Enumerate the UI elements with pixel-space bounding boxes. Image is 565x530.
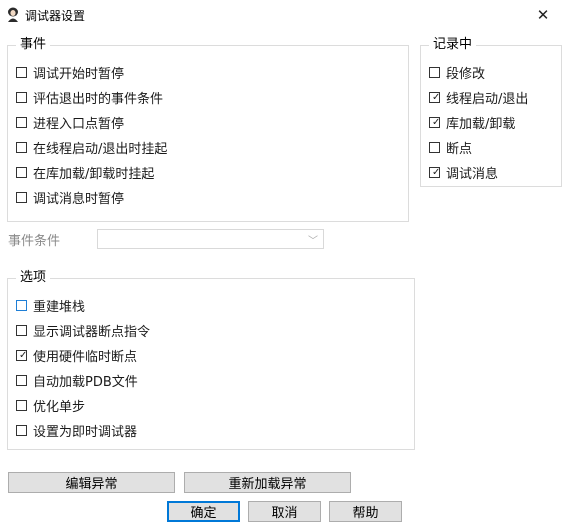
check-icon: ✓: [432, 91, 441, 103]
option-checkbox-row[interactable]: ✓ 使用硬件临时断点: [16, 345, 137, 365]
record-checkbox-row[interactable]: 断点: [429, 137, 472, 157]
checkbox-label: 显示调试器断点指令: [33, 324, 151, 340]
checkbox[interactable]: [16, 324, 27, 336]
checkbox-label: 进程入口点暂停: [33, 116, 125, 132]
checkbox-label: 设置为即时调试器: [33, 424, 138, 440]
record-checkbox-row[interactable]: ✓ 库加载/卸载: [429, 112, 515, 132]
record-checkbox-row[interactable]: 段修改: [429, 62, 485, 82]
checkbox[interactable]: [16, 66, 27, 78]
event-condition-label: 事件条件: [8, 234, 61, 249]
help-button[interactable]: 帮助: [329, 501, 402, 522]
checkbox-label: 优化单步: [33, 399, 86, 415]
checkbox-label: 段修改: [446, 66, 486, 82]
checkbox-label: 断点: [446, 141, 473, 157]
event-checkbox-row[interactable]: 在库加载/卸载时挂起: [16, 162, 154, 182]
check-icon: ✓: [19, 349, 28, 361]
close-button[interactable]: ✕: [521, 0, 565, 30]
edit-exceptions-button[interactable]: 编辑异常: [8, 472, 175, 493]
chevron-down-icon: ﹀: [308, 236, 318, 247]
ok-button[interactable]: 确定: [167, 501, 240, 522]
checkbox-label: 线程启动/退出: [446, 91, 529, 107]
checkbox[interactable]: [16, 116, 27, 128]
app-icon: [8, 7, 18, 22]
checkbox[interactable]: [16, 91, 27, 103]
record-checkbox-row[interactable]: ✓ 调试消息: [429, 162, 498, 182]
checkbox-label: 在库加载/卸载时挂起: [33, 166, 155, 182]
checkbox[interactable]: [16, 191, 27, 203]
options-group-legend: 选项: [16, 269, 51, 287]
checkbox[interactable]: ✓: [16, 349, 28, 361]
option-checkbox-row[interactable]: 设置为即时调试器: [16, 420, 137, 440]
recording-group-legend: 记录中: [429, 36, 477, 54]
window-title: 调试器设置: [25, 9, 86, 23]
checkbox-label: 调试消息: [446, 166, 499, 182]
event-checkbox-row[interactable]: 调试开始时暂停: [16, 62, 124, 82]
checkbox-label: 自动加载PDB文件: [33, 374, 138, 390]
checkbox-label: 评估退出时的事件条件: [33, 91, 164, 107]
checkbox[interactable]: [16, 424, 27, 436]
event-checkbox-row[interactable]: 调试消息时暂停: [16, 187, 124, 207]
events-group-legend: 事件: [16, 36, 51, 54]
check-icon: ✓: [432, 116, 441, 128]
checkbox[interactable]: ✓: [429, 91, 441, 103]
close-icon: ✕: [536, 6, 550, 24]
checkbox[interactable]: [16, 299, 27, 311]
option-checkbox-row[interactable]: 显示调试器断点指令: [16, 320, 150, 340]
checkbox[interactable]: ✓: [429, 166, 441, 178]
checkbox[interactable]: [16, 166, 27, 178]
cancel-button[interactable]: 取消: [248, 501, 321, 522]
checkbox-label: 调试消息时暂停: [33, 191, 125, 207]
reload-exceptions-button[interactable]: 重新加载异常: [184, 472, 351, 493]
checkbox[interactable]: [16, 141, 27, 153]
checkbox-label: 重建堆栈: [33, 299, 86, 315]
title-bar: 调试器设置 ✕: [0, 0, 565, 30]
event-checkbox-row[interactable]: 在线程启动/退出时挂起: [16, 137, 167, 157]
checkbox[interactable]: ✓: [429, 116, 441, 128]
option-checkbox-row[interactable]: 重建堆栈: [16, 295, 85, 315]
checkbox-label: 调试开始时暂停: [33, 66, 125, 82]
checkbox-label: 在线程启动/退出时挂起: [33, 141, 168, 157]
checkbox-label: 使用硬件临时断点: [33, 349, 138, 365]
event-checkbox-row[interactable]: 进程入口点暂停: [16, 112, 124, 132]
checkbox[interactable]: [429, 141, 440, 153]
checkbox[interactable]: [16, 374, 27, 386]
checkbox-label: 库加载/卸载: [446, 116, 516, 132]
event-checkbox-row[interactable]: 评估退出时的事件条件: [16, 87, 163, 107]
event-condition-dropdown[interactable]: ﹀: [97, 229, 324, 249]
check-icon: ✓: [432, 166, 441, 178]
checkbox[interactable]: [16, 399, 27, 411]
checkbox[interactable]: [429, 66, 440, 78]
option-checkbox-row[interactable]: 自动加载PDB文件: [16, 370, 138, 390]
option-checkbox-row[interactable]: 优化单步: [16, 395, 85, 415]
record-checkbox-row[interactable]: ✓ 线程启动/退出: [429, 87, 528, 107]
